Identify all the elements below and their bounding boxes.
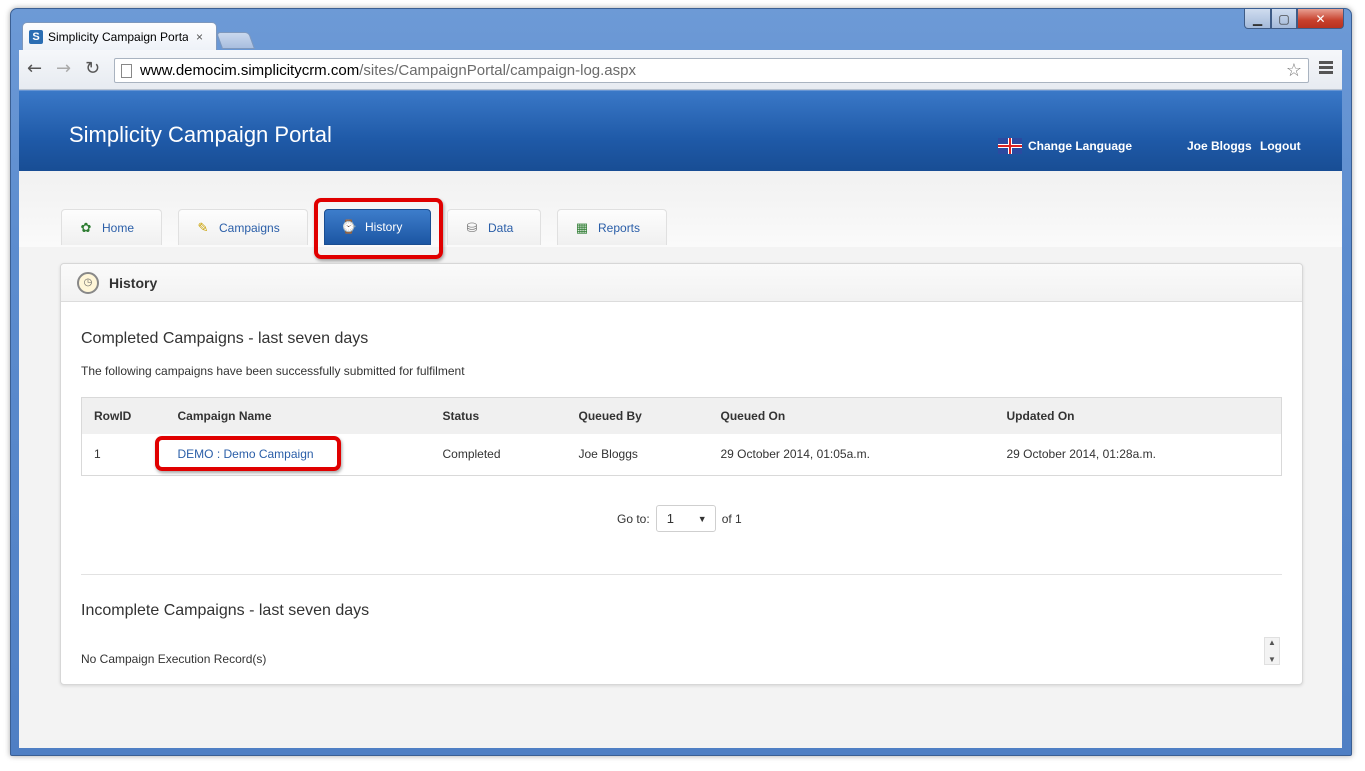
forward-arrow-icon[interactable]: → — [56, 58, 71, 79]
column-header-queued-on[interactable]: Queued On — [709, 398, 995, 434]
page-icon — [121, 63, 132, 78]
panel-header: ◷ History — [61, 264, 1302, 302]
campaign-link-highlight — [155, 436, 341, 471]
tab-label: Campaigns — [219, 220, 280, 235]
tab-campaigns[interactable]: ✎ Campaigns — [178, 209, 308, 245]
pencil-icon: ✎ — [197, 219, 209, 235]
completed-campaigns-title: Completed Campaigns - last seven days — [81, 330, 369, 347]
dropdown-arrow-icon: ▼ — [697, 513, 707, 524]
completed-campaigns-description: The following campaigns have been succes… — [81, 364, 465, 378]
tab-label: Data — [488, 220, 514, 235]
goto-label: Go to: — [617, 511, 650, 526]
scroll-down-icon[interactable]: ▼ — [1268, 655, 1276, 664]
page-count-label: of 1 — [721, 511, 742, 526]
home-icon: ✿ — [80, 219, 92, 235]
browser-tab[interactable]: S Simplicity Campaign Portal × — [22, 22, 217, 50]
scroll-up-icon[interactable]: ▲ — [1268, 638, 1276, 647]
bookmark-star-icon[interactable]: ☆ — [1286, 60, 1302, 81]
tab-reports[interactable]: ▦ Reports — [557, 209, 667, 245]
cell-rowid: 1 — [94, 447, 101, 462]
back-arrow-icon[interactable]: ← — [27, 58, 42, 79]
no-records-message: No Campaign Execution Record(s) — [81, 652, 267, 666]
tab-label: Home — [102, 220, 135, 235]
column-header-queued-by[interactable]: Queued By — [567, 398, 709, 434]
close-window-button[interactable]: ✕ — [1297, 9, 1344, 29]
column-header-updated-on[interactable]: Updated On — [995, 398, 1282, 434]
browser-menu-icon[interactable] — [1319, 61, 1333, 76]
incomplete-campaigns-title: Incomplete Campaigns - last seven days — [81, 602, 370, 619]
section-divider — [81, 574, 1282, 575]
tab-data[interactable]: ⛁ Data — [447, 209, 541, 245]
url-path: /sites/CampaignPortal/campaign-log.aspx — [359, 62, 636, 79]
pager: Go to: 1 ▼ of 1 — [617, 505, 742, 532]
simplicity-favicon-icon: S — [29, 29, 43, 44]
portal-brand: Simplicity Campaign Portal — [69, 122, 332, 147]
history-clock-icon: ◷ — [77, 271, 99, 294]
cell-queued-by: Joe Bloggs — [578, 447, 638, 462]
portal-header: Simplicity Campaign Portal Change Langua… — [19, 91, 1342, 171]
page-select[interactable]: 1 ▼ — [655, 505, 716, 532]
browser-toolbar: ← → ↻ www.democim.simplicitycrm.com/site… — [19, 50, 1342, 90]
page-content: Simplicity Campaign Portal Change Langua… — [19, 91, 1342, 748]
column-header-campaign-name[interactable]: Campaign Name — [166, 398, 431, 434]
page-select-value: 1 — [666, 511, 674, 526]
database-icon: ⛁ — [466, 219, 478, 235]
report-icon: ▦ — [575, 219, 589, 235]
panel-title: History — [109, 274, 158, 291]
tab-label: Reports — [598, 220, 641, 235]
cell-updated-on: 29 October 2014, 01:28a.m. — [1006, 447, 1156, 462]
new-tab-button[interactable] — [215, 32, 256, 49]
history-panel: ◷ History Completed Campaigns - last sev… — [60, 263, 1303, 685]
history-tab-highlight — [314, 198, 443, 259]
minimize-button[interactable]: ▁ — [1244, 9, 1271, 29]
tab-home[interactable]: ✿ Home — [61, 209, 162, 245]
tab-close-icon[interactable]: × — [196, 30, 203, 44]
mini-scrollbar[interactable]: ▲ ▼ — [1264, 637, 1280, 665]
user-name-link[interactable]: Joe Bloggs — [1187, 139, 1252, 153]
table-header-row: RowID Campaign Name Status Queued By Que… — [81, 397, 1282, 434]
logout-link[interactable]: Logout — [1260, 139, 1301, 153]
column-header-status[interactable]: Status — [431, 398, 567, 434]
uk-flag-icon[interactable] — [998, 138, 1022, 154]
address-bar[interactable]: www.democim.simplicitycrm.com/sites/Camp… — [114, 58, 1309, 83]
reload-icon[interactable]: ↻ — [85, 58, 100, 79]
cell-status: Completed — [442, 447, 501, 462]
cell-queued-on: 29 October 2014, 01:05a.m. — [720, 447, 870, 462]
change-language-link[interactable]: Change Language — [1028, 139, 1132, 153]
tab-title: Simplicity Campaign Portal — [48, 29, 188, 44]
url-host: www.democim.simplicitycrm.com — [140, 62, 360, 79]
maximize-button[interactable]: ▢ — [1271, 9, 1297, 29]
column-header-rowid[interactable]: RowID — [82, 398, 166, 434]
